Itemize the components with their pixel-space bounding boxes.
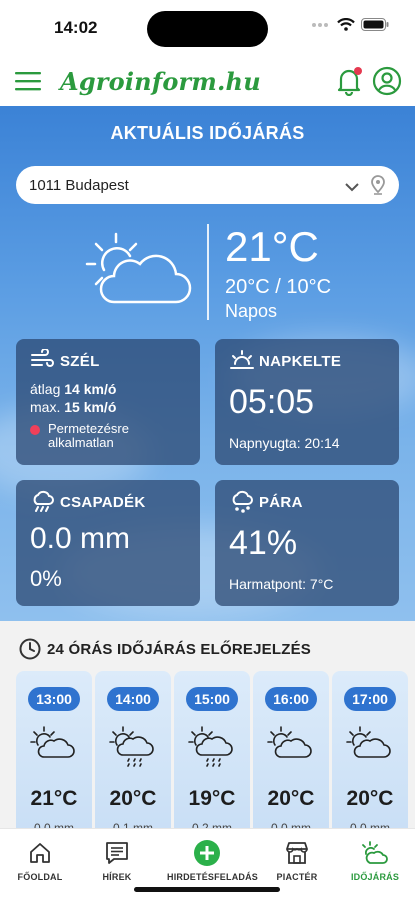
nav-item-marketplace[interactable]: PIACTÉR bbox=[257, 839, 337, 882]
hour-card[interactable]: 16:00 20°C 0.0 mm bbox=[253, 671, 329, 831]
dew-point: Harmatpont: 7°C bbox=[229, 576, 334, 592]
dynamic-island bbox=[147, 11, 268, 47]
temperature-range: 20°C / 10°C bbox=[225, 276, 332, 298]
status-time: 14:02 bbox=[54, 18, 98, 37]
hour-temperature: 19°C bbox=[188, 787, 236, 810]
sun-cloud-icon bbox=[267, 725, 315, 770]
nav-item-post-ad[interactable]: HIRDETÉSFELADÁS bbox=[167, 839, 259, 882]
nav-item-home[interactable]: FŐOLDAL bbox=[0, 839, 80, 882]
wind-max-value: 15 km/ó bbox=[64, 399, 117, 415]
hour-card[interactable]: 17:00 20°C 0.0 mm bbox=[332, 671, 408, 831]
hour-time: 17:00 bbox=[344, 687, 396, 711]
sun-cloud-rain-icon bbox=[188, 725, 236, 774]
wifi-icon bbox=[337, 18, 355, 36]
hour-temperature: 20°C bbox=[109, 787, 157, 810]
user-icon[interactable] bbox=[372, 66, 402, 96]
nav-label: FŐOLDAL bbox=[17, 872, 63, 882]
hour-time: 14:00 bbox=[107, 687, 159, 711]
hour-temperature: 20°C bbox=[346, 787, 394, 810]
wind-icon bbox=[30, 348, 54, 376]
clock-icon bbox=[19, 638, 41, 665]
wind-average: átlag 14 km/ó bbox=[30, 381, 116, 397]
hourly-forecast-section: 24 ÓRÁS IDŐJÁRÁS ELŐREJELZÉS 13:00 21°C 0.… bbox=[0, 621, 415, 831]
rain-cloud-icon bbox=[30, 490, 56, 519]
sunset-time: Napnyugta: 20:14 bbox=[229, 435, 340, 451]
hourly-forecast-list[interactable]: 13:00 21°C 0.0 mm 14:00 20°C 0.1 mm 15:00 19°C 0… bbox=[16, 671, 415, 831]
nav-label: HÍREK bbox=[102, 872, 132, 882]
hamburger-icon[interactable] bbox=[14, 68, 42, 94]
location-select[interactable]: 1011 Budapest bbox=[16, 166, 399, 204]
hour-card[interactable]: 14:00 20°C 0.1 mm bbox=[95, 671, 171, 831]
divider bbox=[207, 224, 209, 320]
humidity-icon bbox=[229, 490, 255, 519]
sun-cloud-icon bbox=[346, 725, 394, 770]
forecast-title: 24 ÓRÁS IDŐJÁRÁS ELŐREJELZÉS bbox=[47, 641, 311, 658]
humidity-title: PÁRA bbox=[259, 494, 303, 511]
weather-icon bbox=[335, 839, 415, 867]
hour-card[interactable]: 15:00 19°C 0.2 mm bbox=[174, 671, 250, 831]
nav-label: PIACTÉR bbox=[276, 872, 318, 882]
current-temperature: 21°C bbox=[225, 223, 319, 270]
humidity-card[interactable]: PÁRA 41% Harmatpont: 7°C bbox=[215, 480, 399, 606]
weather-title: AKTUÁLIS IDŐJÁRÁS bbox=[110, 123, 305, 143]
signal-icon bbox=[311, 18, 331, 36]
status-icons bbox=[311, 18, 389, 36]
wind-max: max. 15 km/ó bbox=[30, 399, 116, 415]
precipitation-card[interactable]: CSAPADÉK 0.0 mm 0% bbox=[16, 480, 200, 606]
hour-temperature: 21°C bbox=[30, 787, 78, 810]
wind-max-label: max. bbox=[30, 399, 61, 415]
nav-item-news[interactable]: HÍREK bbox=[77, 839, 157, 882]
app-header: Agroinform.hu bbox=[0, 58, 415, 106]
location-value: 1011 Budapest bbox=[29, 176, 129, 194]
nav-label: IDŐJÁRÁS bbox=[350, 872, 400, 882]
sun-cloud-icon bbox=[30, 725, 78, 770]
nav-label: HIRDETÉSFELADÁS bbox=[167, 872, 259, 882]
sunrise-title: NAPKELTE bbox=[259, 353, 342, 370]
spray-status: Permetezésre alkalmatlan bbox=[48, 421, 129, 450]
bell-icon[interactable] bbox=[335, 66, 363, 97]
status-dot bbox=[30, 425, 40, 435]
hour-card[interactable]: 13:00 21°C 0.0 mm bbox=[16, 671, 92, 831]
sunrise-icon bbox=[229, 349, 255, 376]
sunrise-time: 05:05 bbox=[229, 383, 315, 421]
bottom-navigation: FŐOLDAL HÍREK HIRDETÉSFELADÁS PIACTÉR ID… bbox=[0, 828, 415, 900]
battery-icon bbox=[361, 18, 389, 36]
location-pin-icon[interactable] bbox=[371, 175, 385, 200]
home-icon bbox=[0, 839, 80, 867]
sun-cloud-icon bbox=[84, 230, 194, 315]
hour-temperature: 20°C bbox=[267, 787, 315, 810]
precipitation-probability: 0% bbox=[30, 566, 62, 591]
humidity-value: 41% bbox=[229, 524, 298, 562]
nav-item-weather[interactable]: IDŐJÁRÁS bbox=[335, 839, 415, 882]
wind-card[interactable]: SZÉL átlag 14 km/ó max. 15 km/ó Permetez… bbox=[16, 339, 200, 465]
sunrise-card[interactable]: NAPKELTE 05:05 Napnyugta: 20:14 bbox=[215, 339, 399, 465]
plus-circle-icon bbox=[167, 839, 247, 867]
sun-cloud-rain-icon bbox=[109, 725, 157, 774]
news-icon bbox=[77, 839, 157, 867]
hour-time: 15:00 bbox=[186, 687, 238, 711]
status-bar: 14:02 bbox=[0, 0, 415, 58]
chevron-down-icon[interactable] bbox=[345, 179, 359, 197]
precipitation-title: CSAPADÉK bbox=[60, 494, 146, 511]
home-indicator bbox=[134, 887, 280, 892]
wind-avg-label: átlag bbox=[30, 381, 61, 397]
weather-condition: Napos bbox=[225, 301, 278, 321]
wind-title: SZÉL bbox=[60, 353, 100, 370]
wind-avg-value: 14 km/ó bbox=[64, 381, 117, 397]
precipitation-amount: 0.0 mm bbox=[30, 522, 131, 555]
hour-time: 13:00 bbox=[28, 687, 80, 711]
hour-time: 16:00 bbox=[265, 687, 317, 711]
brand-logo[interactable]: Agroinform.hu bbox=[60, 67, 261, 96]
store-icon bbox=[257, 839, 337, 867]
current-weather-section: AKTUÁLIS IDŐJÁRÁS 1011 Budapest 21°C 20°… bbox=[0, 106, 415, 621]
